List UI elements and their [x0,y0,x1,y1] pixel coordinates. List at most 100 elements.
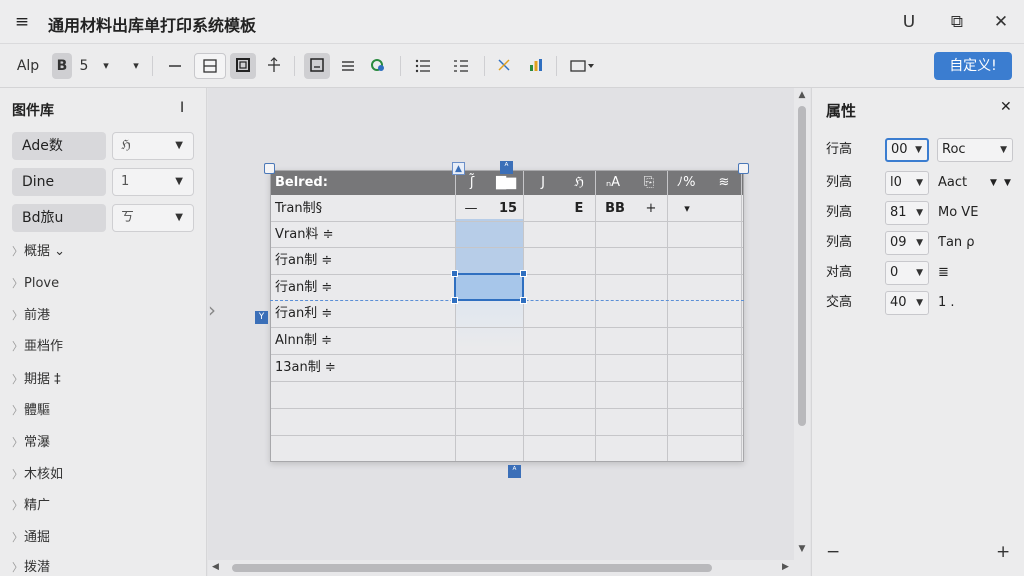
library-select[interactable]: ㄎ ▼ [112,204,194,232]
table-corner-handle[interactable] [738,163,749,174]
table-cell[interactable]: BB [597,196,633,222]
library-item[interactable]: 〉前港 [12,305,50,327]
selected-cell[interactable] [454,273,524,301]
table-header-cell[interactable]: ₙA [595,171,631,195]
scroll-up-icon[interactable]: ▲ [794,90,810,100]
table-header-cell[interactable]: ℌ [563,171,595,195]
table-cell[interactable]: Alnn制 ≑ [275,328,445,354]
library-item[interactable]: 〉常瀑 [12,432,50,454]
scroll-down-icon[interactable]: ▼ [794,544,810,554]
column-divider [523,171,524,461]
library-item[interactable]: 〉精广 [12,495,50,517]
collapse-panel-icon[interactable]: › [208,298,218,322]
numbered-list-icon[interactable] [448,53,474,79]
minus-icon[interactable]: − [826,542,840,562]
table-cell[interactable]: ▾ [671,196,703,222]
library-button[interactable]: Bd旅u [12,204,106,232]
library-button[interactable]: Dine [12,168,106,196]
library-item[interactable]: 〉體驅 [12,400,50,422]
chevron-down-icon: ▼ [916,238,923,248]
vertical-scrollbar[interactable]: ▲ ▼ [794,88,810,560]
library-item[interactable]: 〉亜档作 [12,336,63,358]
library-item[interactable]: 〉期据 ‡ [12,369,61,391]
row-divider [271,408,743,409]
close-icon[interactable]: ✕ [1000,99,1012,115]
property-select[interactable]: Aact ▼ ▼ [938,171,1014,195]
outer-border-icon[interactable] [230,53,256,79]
property-number-input[interactable]: 00 ▼ [885,138,929,162]
bold-button[interactable]: B [52,53,72,79]
table-header-cell[interactable]: ﾉ% [667,171,705,195]
table-cell[interactable]: E [563,196,595,222]
resize-handle[interactable] [520,297,527,304]
font-size-caret-icon[interactable]: ▾ [96,53,116,79]
table-header-cell[interactable]: ⎘ [631,171,667,195]
property-number-input[interactable]: l0 ▼ [885,171,929,195]
table-header-cell[interactable]: ≋ [705,171,743,195]
table-cell[interactable]: 行an制 ≑ [275,248,445,274]
sort-icon[interactable] [492,53,516,79]
resize-handle[interactable] [451,270,458,277]
scrollbar-thumb[interactable] [232,564,712,572]
property-number-input[interactable]: 0 ▼ [885,261,929,285]
table-header-cell[interactable]: J [523,171,563,195]
property-number-input[interactable]: 40 ▼ [885,291,929,315]
library-button[interactable]: Ade数 [12,132,106,160]
resize-handle[interactable] [451,297,458,304]
resize-handle[interactable] [520,270,527,277]
property-select[interactable]: Roc ▼ [937,138,1013,162]
scroll-right-icon[interactable]: ▶ [782,562,789,572]
color-fill-icon[interactable] [366,53,390,79]
table-corner-handle[interactable] [264,163,275,174]
table-cell[interactable]: — [461,196,481,222]
font-name-select[interactable]: Alp [10,53,46,79]
scrollbar-thumb[interactable] [798,106,806,426]
library-select[interactable]: 1 ▼ [112,168,194,196]
library-item[interactable]: 〉通掘 [12,527,50,549]
column-marker-icon[interactable]: ᴬ [508,465,521,478]
horizontal-scrollbar[interactable]: ◀ ▶ [208,560,810,576]
library-item[interactable]: 〉木核如 [12,464,63,486]
list-icon[interactable] [410,53,436,79]
align-icon[interactable] [336,53,360,79]
library-item[interactable]: 〉概据 ⌄ [12,241,65,263]
table-cell[interactable]: 15 [493,196,523,222]
plus-icon[interactable]: + [996,542,1010,562]
table-header-cell[interactable]: Belred: [275,171,395,195]
table-cell[interactable]: Tran制§ [275,196,445,222]
minimize-icon[interactable]: ᑌ [896,10,922,34]
property-text: 1 . [938,295,955,310]
pin-icon[interactable]: I [180,100,184,116]
line-icon[interactable] [164,53,186,79]
move-icon[interactable] [262,53,286,79]
library-item[interactable]: 〉Plove [12,273,59,295]
table-header-cell[interactable]: ▇▆ [489,171,523,195]
column-divider [595,171,596,461]
border-style-icon[interactable] [194,53,226,79]
property-number-input[interactable]: 81 ▼ [885,201,929,225]
column-marker-icon[interactable]: ▲ [452,162,465,175]
table-cell[interactable]: 行an利 ≑ [275,301,445,327]
hamburger-menu-icon[interactable]: ≡ [12,12,32,32]
font-size-select[interactable]: 5 [74,53,94,79]
property-text: Ƭan ρ [938,235,975,250]
table-cell[interactable]: 行an制 ≑ [275,275,445,301]
table-cell[interactable]: + [635,196,667,222]
property-number-input[interactable]: 09 ▼ [885,231,929,255]
column-marker-icon[interactable]: ᴬ [500,161,513,174]
dropdown-caret-icon[interactable]: ▾ [126,53,146,79]
close-icon[interactable]: ✕ [988,10,1014,34]
library-item[interactable]: 〉拨潜 [12,557,50,576]
table-cell[interactable]: 13an制 ≑ [275,355,445,381]
chart-icon[interactable] [524,53,548,79]
chevron-right-icon: 〉 [12,436,23,449]
scroll-left-icon[interactable]: ◀ [212,562,219,572]
custom-button[interactable]: 自定义! [934,52,1012,80]
frame-icon[interactable] [304,53,330,79]
shape-select-icon[interactable] [564,53,602,79]
restore-icon[interactable]: ⧉ [944,10,970,34]
row-marker[interactable]: Y [255,311,268,324]
table-cell[interactable]: Vran料 ≑ [275,222,445,248]
table-grid[interactable]: Belred: ʃ̃ ▇▆ J ℌ ₙA ⎘ ﾉ% ≋ Tran制§ — 15 … [270,170,744,462]
library-select[interactable]: ℌ ▼ [112,132,194,160]
